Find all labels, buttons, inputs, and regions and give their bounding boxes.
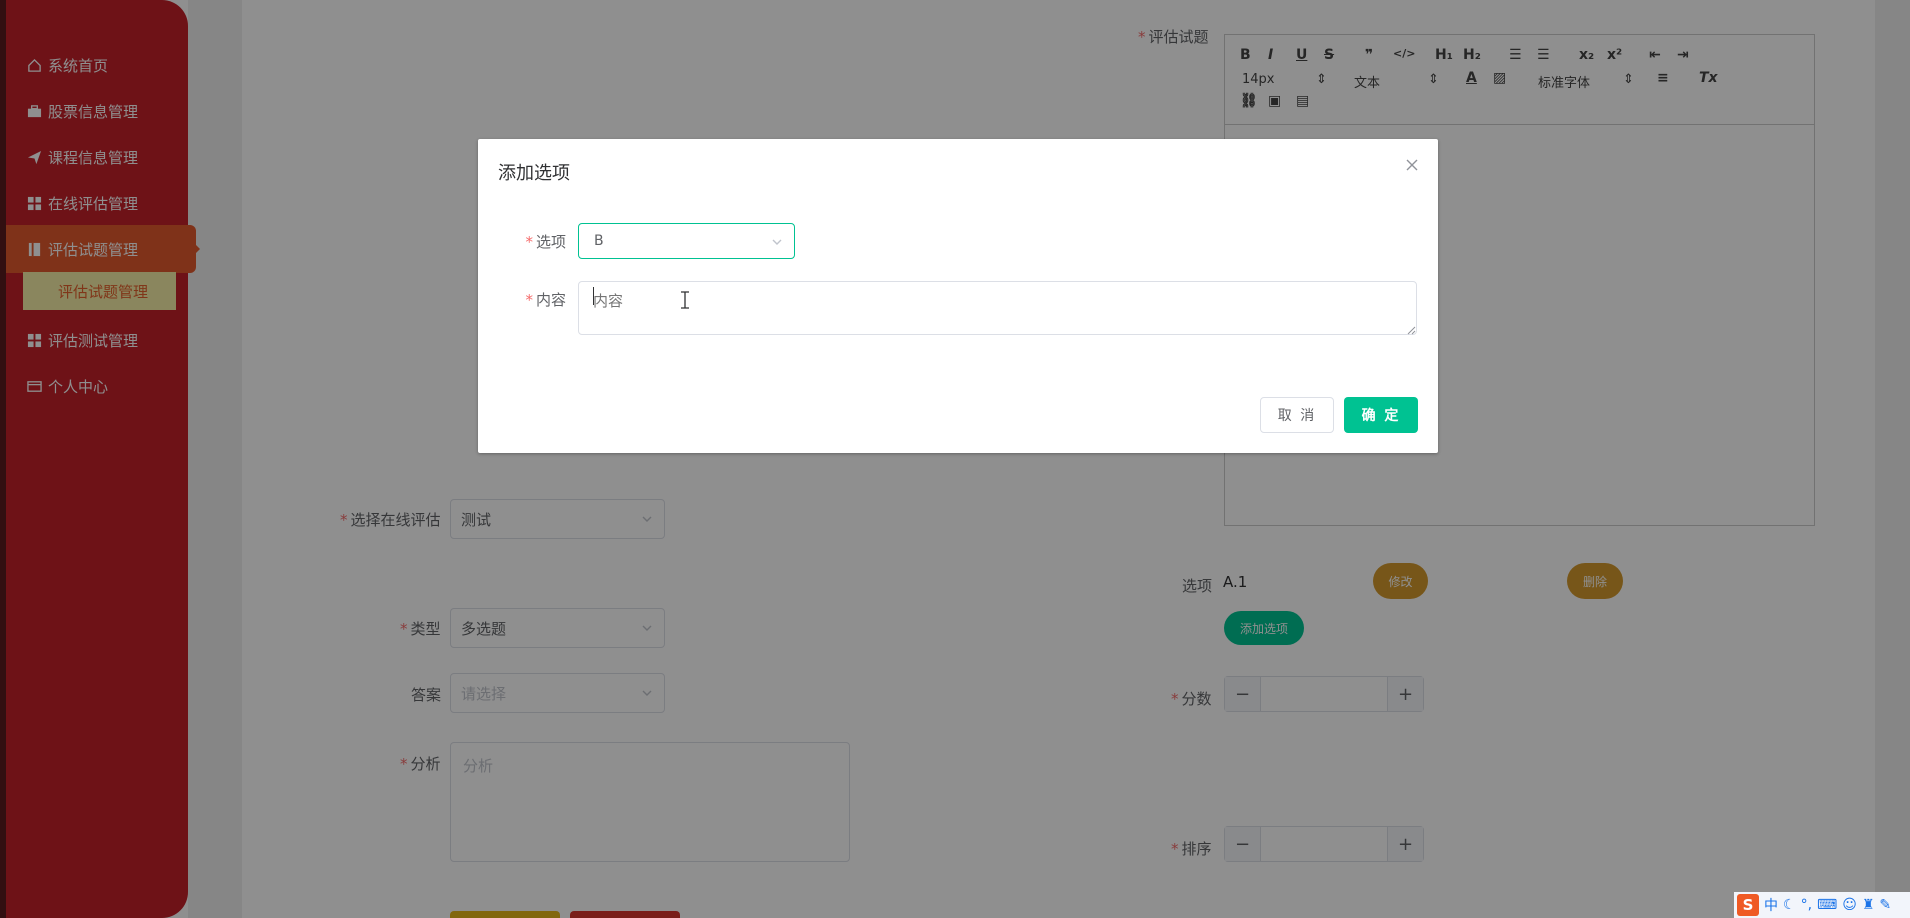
keyboard-icon[interactable]: ⌨ — [1817, 897, 1837, 913]
sogou-logo-icon: S — [1737, 894, 1759, 916]
resize-grip-icon[interactable] — [1406, 325, 1416, 335]
content-textarea[interactable] — [578, 281, 1417, 335]
text-caret — [593, 287, 594, 305]
punctuation-icon[interactable]: °, — [1801, 897, 1812, 913]
confirm-button[interactable]: 确 定 — [1344, 397, 1418, 433]
moon-icon[interactable]: ☾ — [1783, 897, 1796, 913]
option-field-label: * 选项 — [525, 233, 566, 251]
dialog-title: 添加选项 — [498, 163, 570, 184]
ime-toolbar[interactable]: S 中 ☾ °, ⌨ ☺ ♜ ✎ — [1734, 892, 1910, 918]
ibeam-cursor-icon — [681, 291, 689, 309]
ime-mode[interactable]: 中 — [1764, 895, 1778, 915]
modal-overlay[interactable] — [0, 0, 1910, 918]
chevron-down-icon — [772, 239, 782, 245]
content-field-label: * 内容 — [525, 291, 566, 309]
user-icon[interactable]: ☺ — [1842, 897, 1857, 913]
cancel-button[interactable]: 取 消 — [1260, 397, 1334, 433]
shirt-icon[interactable]: ♜ — [1862, 897, 1875, 913]
add-option-dialog: 添加选项 *选项 B *内容 取 消 确 定 — [478, 139, 1438, 453]
wrench-icon[interactable]: ✎ — [1879, 897, 1891, 913]
option-select-value: B — [594, 233, 604, 249]
close-icon[interactable] — [1404, 157, 1420, 173]
option-select[interactable]: B — [578, 223, 795, 259]
